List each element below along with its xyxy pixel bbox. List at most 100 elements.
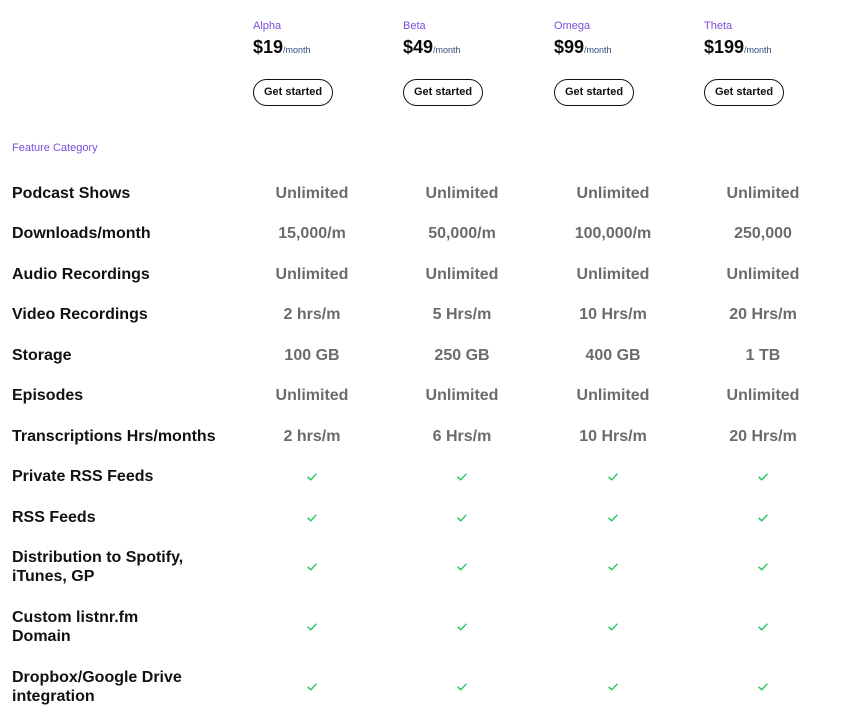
feature-value: 50,000/m [428, 225, 496, 242]
feature-name-line: Distribution to Spotify, [12, 549, 184, 566]
feature-value: Unlimited [726, 185, 800, 202]
plan-price: $49 [403, 37, 434, 57]
feature-included-cell [237, 557, 387, 576]
feature-included-cell [688, 467, 838, 486]
feature-value: 6 Hrs/m [432, 428, 492, 445]
feature-value: Unlimited [275, 266, 349, 283]
check-icon [307, 514, 317, 522]
feature-included-cell [538, 617, 688, 636]
get-started-button-theta[interactable]: Get started [704, 79, 785, 106]
plans-header: Alpha $19/month Get started Beta $49/mon… [0, 0, 848, 120]
feature-included-cell [538, 557, 688, 576]
plan-name: Beta [403, 20, 426, 32]
plan-period: /month [584, 45, 612, 55]
check-icon [758, 623, 768, 631]
feature-name: Downloads/month [12, 225, 151, 242]
feature-value: 20 Hrs/m [729, 306, 797, 323]
feature-name: Audio Recordings [12, 266, 150, 283]
feature-value: Unlimited [576, 266, 650, 283]
feature-included-cell [387, 508, 537, 527]
feature-value: 5 Hrs/m [432, 306, 492, 323]
plan-price-row: $199/month [704, 34, 848, 60]
plan-theta: Theta $199/month Get started [704, 18, 848, 106]
feature-value: 100,000/m [574, 225, 652, 242]
feature-included-cell [237, 677, 387, 696]
check-icon [608, 514, 618, 522]
feature-value: Unlimited [425, 387, 499, 404]
feature-included-cell [387, 617, 537, 636]
check-icon [758, 683, 768, 691]
feature-name-line: Custom listnr.fm [12, 609, 139, 626]
feature-value: 15,000/m [278, 225, 346, 242]
feature-name: Custom listnr.fm Domain [12, 608, 227, 646]
check-icon [608, 563, 618, 571]
feature-value: Unlimited [425, 185, 499, 202]
feature-value: 400 GB [585, 347, 641, 364]
feature-value: 250 GB [434, 347, 490, 364]
check-icon [307, 563, 317, 571]
feature-name: Transcriptions Hrs/months [12, 428, 216, 445]
feature-name: RSS Feeds [12, 509, 96, 526]
check-icon [608, 683, 618, 691]
feature-value: Unlimited [726, 387, 800, 404]
feature-value: Unlimited [576, 387, 650, 404]
plan-price-row: $99/month [554, 34, 704, 60]
check-icon [457, 623, 467, 631]
plan-name: Alpha [253, 20, 282, 32]
feature-included-cell [538, 467, 688, 486]
feature-included-cell [688, 508, 838, 527]
feature-value: 2 hrs/m [283, 306, 341, 323]
feature-value: 2 hrs/m [283, 428, 341, 445]
feature-included-cell [237, 467, 387, 486]
feature-value: 1 TB [745, 347, 781, 364]
feature-included-cell [237, 617, 387, 636]
feature-included-cell [387, 677, 537, 696]
feature-name-line: integration [12, 688, 95, 705]
feature-name: Distribution to Spotify, iTunes, GP [12, 548, 227, 586]
check-icon [457, 683, 467, 691]
get-started-button-omega[interactable]: Get started [554, 79, 635, 106]
plan-period: /month [433, 45, 461, 55]
feature-category-label: Feature Category [12, 142, 98, 154]
plan-price: $99 [554, 37, 585, 57]
check-icon [758, 514, 768, 522]
check-icon [307, 473, 317, 481]
feature-name-line: Domain [12, 628, 71, 645]
feature-included-cell [688, 677, 838, 696]
feature-value: 10 Hrs/m [579, 306, 647, 323]
feature-included-cell [237, 508, 387, 527]
check-icon [307, 623, 317, 631]
feature-name: Video Recordings [12, 306, 148, 323]
plan-period: /month [283, 45, 311, 55]
plan-beta: Beta $49/month Get started [403, 18, 553, 106]
check-icon [608, 473, 618, 481]
feature-value: 20 Hrs/m [729, 428, 797, 445]
check-icon [758, 563, 768, 571]
plan-price-row: $19/month [253, 34, 403, 60]
feature-name: Episodes [12, 387, 84, 404]
feature-value: 250,000 [734, 225, 792, 242]
get-started-button-beta[interactable]: Get started [403, 79, 484, 106]
check-icon [457, 473, 467, 481]
feature-included-cell [387, 467, 537, 486]
check-icon [758, 473, 768, 481]
feature-included-cell [688, 557, 838, 576]
feature-name: Dropbox/Google Drive integration [12, 668, 227, 706]
check-icon [457, 514, 467, 522]
feature-included-cell [387, 557, 537, 576]
feature-included-cell [688, 617, 838, 636]
plan-price-row: $49/month [403, 34, 553, 60]
plan-omega: Omega $99/month Get started [554, 18, 704, 106]
feature-value: Unlimited [275, 387, 349, 404]
check-icon [307, 683, 317, 691]
feature-name-line: iTunes, GP [12, 568, 95, 585]
feature-value: Unlimited [425, 266, 499, 283]
feature-name-line: Dropbox/Google Drive [12, 669, 182, 686]
feature-value: 10 Hrs/m [579, 428, 647, 445]
plan-alpha: Alpha $19/month Get started [253, 18, 403, 106]
get-started-button-alpha[interactable]: Get started [253, 79, 334, 106]
feature-included-cell [538, 677, 688, 696]
plan-price: $19 [253, 37, 284, 57]
feature-name: Storage [12, 347, 72, 364]
plan-name: Theta [704, 20, 733, 32]
